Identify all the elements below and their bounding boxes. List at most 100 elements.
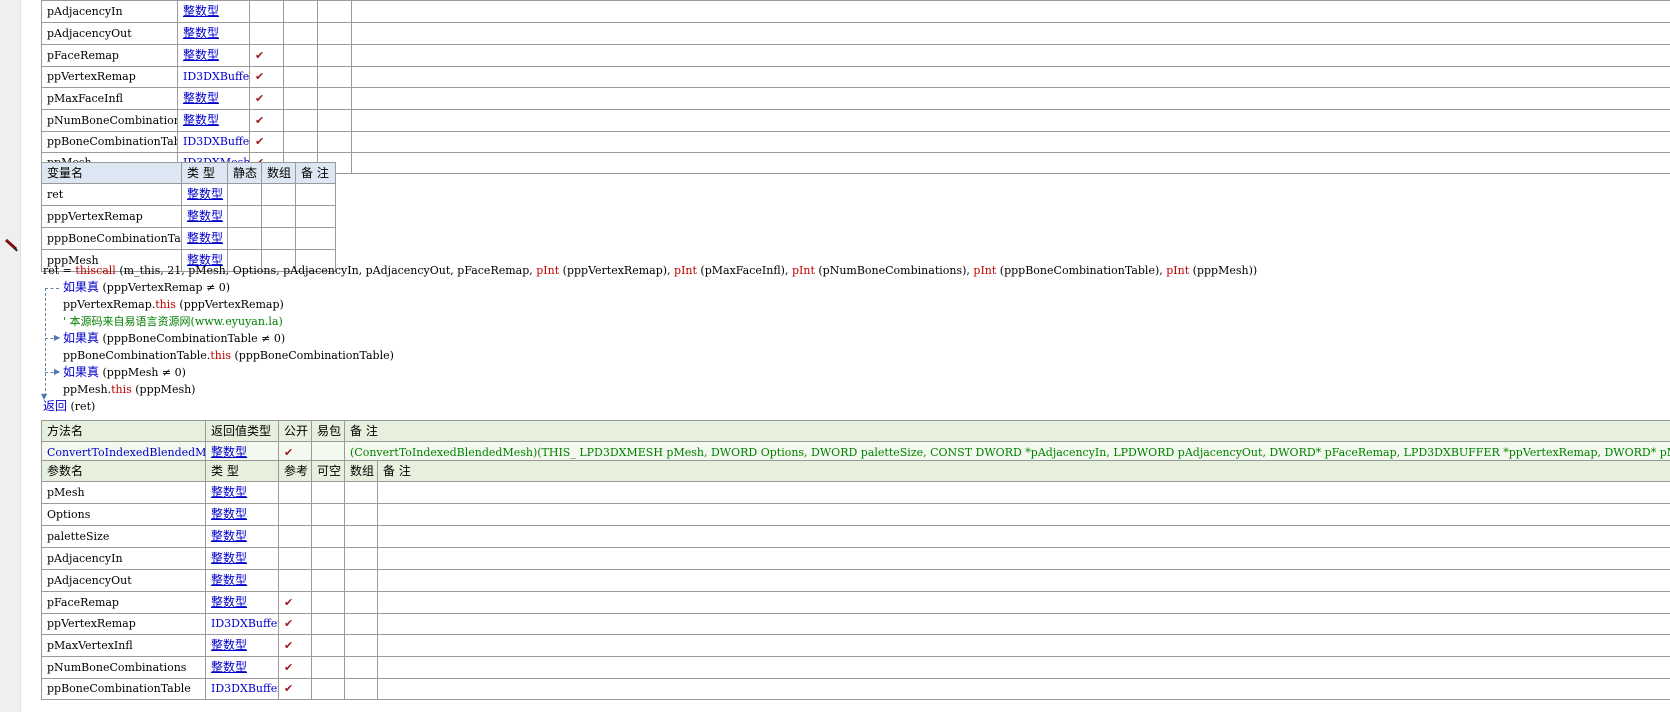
type-cell[interactable]: 整数型 [177,109,250,132]
code-line-if-mesh[interactable]: 如果真 (pppMesh ≠ 0) [63,364,186,381]
type-cell[interactable]: 整数型 [205,656,279,679]
param-name[interactable]: pAdjacencyIn [41,547,206,570]
ref-check[interactable]: ✔ [249,44,284,67]
param-name[interactable]: paletteSize [41,525,206,548]
type-link[interactable]: 整数型 [211,638,247,652]
type-cell[interactable]: ID3DXBuffer [205,613,279,635]
nullable-cell[interactable] [311,591,345,614]
type-link[interactable]: ID3DXBuffer [183,135,249,148]
note-cell[interactable] [377,569,1670,592]
array-cell[interactable] [344,591,378,614]
code-line-return[interactable]: 返回 (ret) [43,398,95,415]
local-var-name[interactable]: pppVertexRemap [41,205,182,228]
note-cell[interactable] [377,547,1670,570]
ref-check[interactable]: ✔ [278,634,312,657]
nullable-cell[interactable] [283,131,318,153]
nullable-cell[interactable] [283,44,318,67]
ref-check[interactable]: ✔ [278,613,312,635]
type-cell[interactable]: 整数型 [205,481,279,504]
param-name[interactable]: pMesh [41,481,206,504]
code-line-thiscall[interactable]: ret = thiscall (m_this, 21, pMesh, Optio… [43,262,1257,279]
nullable-cell[interactable] [311,569,345,592]
array-cell[interactable] [261,205,296,228]
param-row[interactable]: ppBoneCombinationTable ID3DXBuffer ✔ [41,678,1670,700]
param-name[interactable]: ppVertexRemap [41,613,206,635]
note-cell[interactable] [295,227,336,250]
ref-check[interactable] [278,481,312,504]
param-name[interactable]: pMaxFaceInfl [41,87,178,110]
array-cell[interactable] [317,109,352,132]
param-row[interactable]: pFaceRemap 整数型 ✔ [41,44,1670,67]
param-name[interactable]: Options [41,503,206,526]
array-cell[interactable] [317,22,352,45]
type-cell[interactable]: ID3DXBuffer [205,678,279,700]
type-cell[interactable]: 整数型 [177,87,250,110]
array-cell[interactable] [344,613,378,635]
array-cell[interactable] [344,503,378,526]
param-row[interactable]: pMesh 整数型 [41,481,1670,504]
param-row[interactable]: pFaceRemap 整数型 ✔ [41,591,1670,614]
type-cell[interactable]: 整数型 [205,591,279,614]
static-cell[interactable] [227,183,262,206]
type-link[interactable]: ID3DXBuffer [183,70,249,83]
local-var-row[interactable]: ret 整数型 [41,183,336,206]
type-cell[interactable]: 整数型 [205,547,279,570]
nullable-cell[interactable] [283,66,318,88]
array-cell[interactable] [261,183,296,206]
param-name[interactable]: pAdjacencyOut [41,569,206,592]
nullable-cell[interactable] [283,0,318,23]
param-name[interactable]: ppBoneCombinationTable [41,131,178,153]
nullable-cell[interactable] [311,678,345,700]
param-row[interactable]: pAdjacencyOut 整数型 [41,569,1670,592]
note-cell[interactable] [351,22,1670,45]
param-name[interactable]: pNumBoneCombinations [41,656,206,679]
ref-check[interactable] [278,547,312,570]
type-link[interactable]: 整数型 [183,4,219,18]
note-cell[interactable] [351,109,1670,132]
note-cell[interactable] [377,678,1670,700]
array-cell[interactable] [344,634,378,657]
nullable-cell[interactable] [311,656,345,679]
type-link[interactable]: ID3DXBuffer [211,617,278,630]
array-cell[interactable] [344,481,378,504]
array-cell[interactable] [317,87,352,110]
array-cell[interactable] [317,44,352,67]
ref-check[interactable] [278,503,312,526]
param-row[interactable]: Options 整数型 [41,503,1670,526]
type-link[interactable]: 整数型 [211,573,247,587]
array-cell[interactable] [344,678,378,700]
static-cell[interactable] [227,227,262,250]
param-name[interactable]: pNumBoneCombinations [41,109,178,132]
type-link[interactable]: 整数型 [187,231,223,245]
nullable-cell[interactable] [311,613,345,635]
param-row[interactable]: pNumBoneCombinations 整数型 ✔ [41,109,1670,132]
array-cell[interactable] [344,656,378,679]
type-cell[interactable]: 整数型 [181,205,228,228]
note-cell[interactable] [351,87,1670,110]
note-cell[interactable] [351,152,1670,174]
ref-check[interactable] [278,525,312,548]
code-line-comment[interactable]: ' 本源码来自易语言资源网(www.eyuyan.la) [63,313,283,330]
code-line-if-vertexremap[interactable]: 如果真 (pppVertexRemap ≠ 0) [63,279,230,296]
note-cell[interactable] [295,183,336,206]
param-row[interactable]: pAdjacencyIn 整数型 [41,547,1670,570]
type-link[interactable]: 整数型 [211,551,247,565]
param-name[interactable]: pFaceRemap [41,44,178,67]
note-cell[interactable] [377,503,1670,526]
type-cell[interactable]: 整数型 [181,227,228,250]
param-name[interactable]: pAdjacencyIn [41,0,178,23]
param-row[interactable]: pAdjacencyIn 整数型 [41,0,1670,23]
ref-check[interactable]: ✔ [278,591,312,614]
nullable-cell[interactable] [311,525,345,548]
type-cell[interactable]: 整数型 [177,0,250,23]
param-name[interactable]: pAdjacencyOut [41,22,178,45]
ref-check[interactable]: ✔ [249,109,284,132]
param-name[interactable]: ppBoneCombinationTable [41,678,206,700]
note-cell[interactable] [351,131,1670,153]
note-cell[interactable] [377,656,1670,679]
local-var-name[interactable]: ret [41,183,182,206]
local-var-row[interactable]: pppBoneCombinationTable 整数型 [41,227,336,250]
param-row[interactable]: pNumBoneCombinations 整数型 ✔ [41,656,1670,679]
type-cell[interactable]: 整数型 [205,569,279,592]
nullable-cell[interactable] [283,87,318,110]
